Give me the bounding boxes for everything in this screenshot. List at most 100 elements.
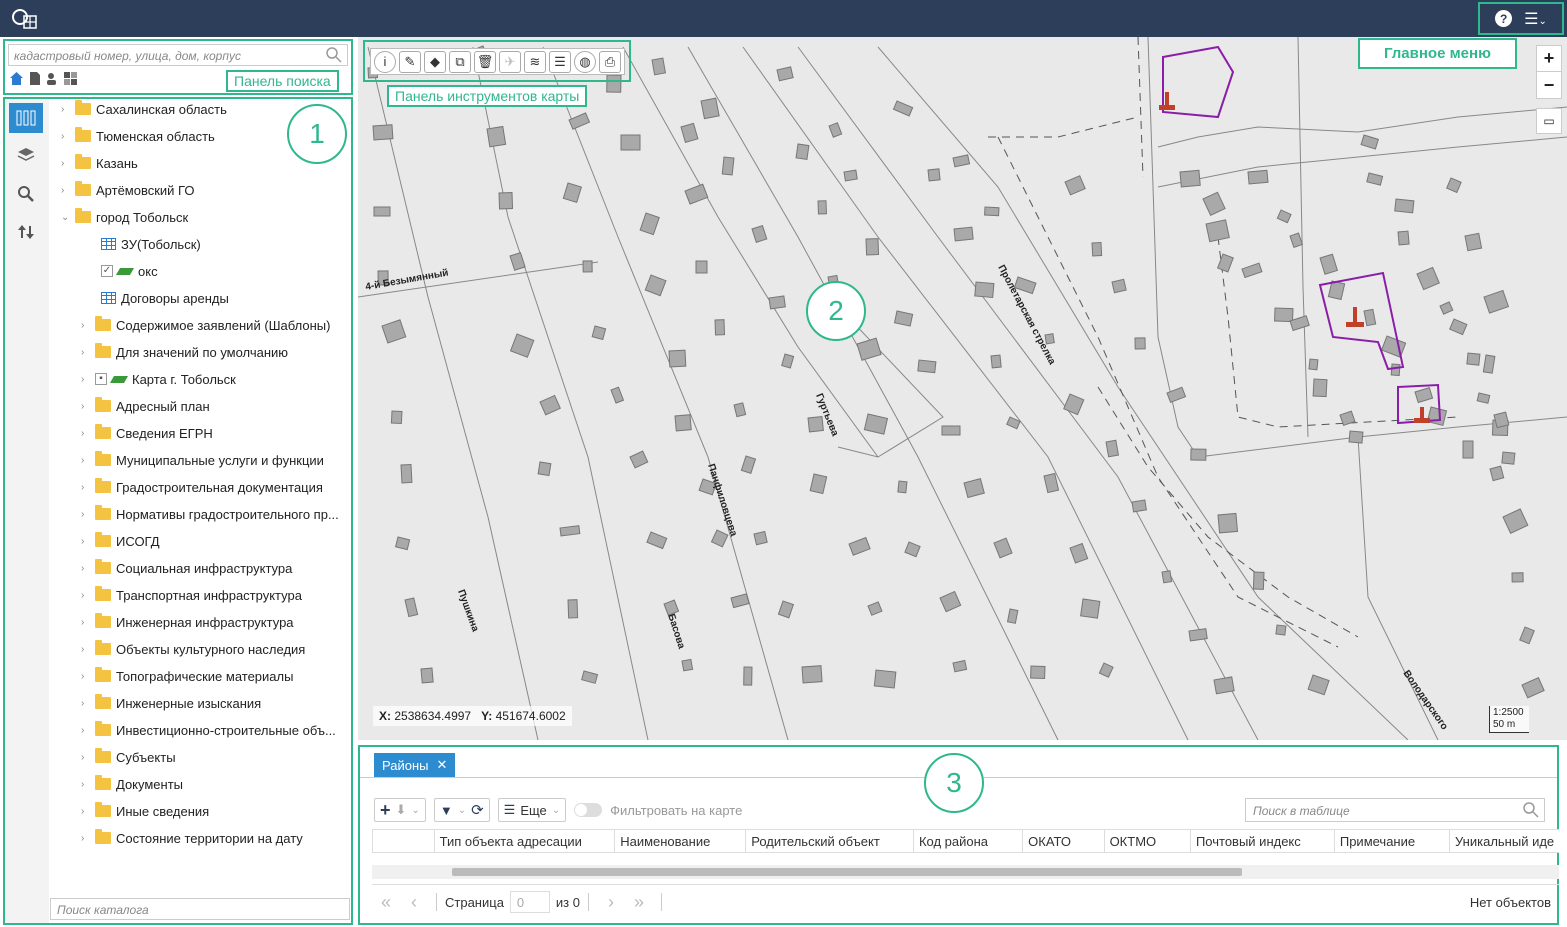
chevron-right-icon[interactable]: › (81, 725, 95, 736)
map-canvas[interactable]: 4-й Безымянный Пролетарская стрелка Гурт… (358, 37, 1567, 740)
tree-item[interactable]: Договоры аренды (81, 288, 229, 308)
column-header[interactable]: ОКТМО (1103, 830, 1190, 852)
close-icon[interactable]: ✕ (436, 757, 447, 773)
layers-toolbar-icon[interactable]: ≋ (524, 50, 546, 73)
chevron-right-icon[interactable]: › (61, 131, 75, 142)
chevron-right-icon[interactable]: › (81, 563, 95, 574)
tree-item[interactable]: › Объекты культурного наследия (81, 639, 305, 659)
edit-icon[interactable]: ✎ (399, 50, 421, 73)
tree-item[interactable]: › Артёмовский ГО (61, 180, 194, 200)
page-number-input[interactable]: 0 (509, 891, 550, 913)
select-object-icon[interactable]: ◆ (424, 50, 446, 73)
open-external-icon[interactable]: ⧉ (449, 50, 471, 73)
chevron-right-icon[interactable]: › (81, 671, 95, 682)
tree-item[interactable]: › Инженерные изыскания (81, 693, 261, 713)
chevron-right-icon[interactable]: › (81, 617, 95, 628)
tree-item[interactable]: › Казань (61, 153, 138, 173)
chevron-right-icon[interactable]: › (81, 347, 95, 358)
tree-item[interactable]: ✓ окс (81, 261, 158, 281)
column-header[interactable]: Код района (912, 830, 1022, 852)
help-icon[interactable]: ? (1495, 10, 1513, 27)
layer-checkbox[interactable]: ▪ (95, 373, 107, 385)
prev-page-icon[interactable]: ‹ (400, 892, 428, 913)
column-header[interactable]: Наименование (614, 830, 745, 852)
first-page-icon[interactable]: « (372, 892, 400, 913)
info-icon[interactable]: i (374, 50, 396, 73)
next-page-icon[interactable]: › (597, 892, 625, 913)
measure-icon[interactable]: ✈ (499, 50, 521, 73)
tree-item[interactable]: › Тюменская область (61, 126, 215, 146)
layers-tab[interactable] (9, 139, 43, 169)
catalog-tab[interactable] (9, 103, 43, 133)
map-view[interactable]: 4-й Безымянный Пролетарская стрелка Гурт… (358, 37, 1567, 740)
last-page-icon[interactable]: » (625, 892, 653, 913)
tree-item[interactable]: › Транспортная инфраструктура (81, 585, 302, 605)
chevron-right-icon[interactable]: › (81, 644, 95, 655)
sort-tab[interactable] (9, 217, 43, 247)
print-icon[interactable]: ⎙ (599, 50, 621, 73)
more-button[interactable]: ☰ Еще ⌄ (497, 798, 567, 822)
chevron-right-icon[interactable]: › (61, 104, 75, 115)
chevron-right-icon[interactable]: › (61, 158, 75, 169)
globe-icon[interactable]: ◍ (574, 50, 596, 73)
chevron-right-icon[interactable]: › (81, 779, 95, 790)
add-button[interactable]: + ⬇ ⌄ (374, 798, 426, 822)
zoom-out-button[interactable]: − (1537, 72, 1561, 98)
table-search-input[interactable]: Поиск в таблице (1245, 798, 1545, 822)
zoom-in-button[interactable]: + (1537, 46, 1561, 72)
tree-item[interactable]: ЗУ(Тобольск) (81, 234, 201, 254)
chevron-right-icon[interactable]: › (81, 374, 95, 385)
search-icon[interactable] (325, 46, 343, 64)
tree-item[interactable]: › ИСОГД (81, 531, 160, 551)
search-icon[interactable] (1522, 801, 1540, 819)
search-tab[interactable] (9, 179, 43, 209)
tree-item[interactable]: › Для значений по умолчанию (81, 342, 288, 362)
chevron-right-icon[interactable]: › (81, 455, 95, 466)
chevron-right-icon[interactable]: › (81, 428, 95, 439)
column-header[interactable]: Примечание (1333, 830, 1449, 852)
tree-item[interactable]: › Документы (81, 774, 183, 794)
chevron-down-icon[interactable]: ⌄ (61, 212, 75, 223)
chevron-right-icon[interactable]: › (81, 320, 95, 331)
chevron-right-icon[interactable]: › (61, 185, 75, 196)
tree-item[interactable]: › Нормативы градостроительного пр... (81, 504, 339, 524)
chevron-right-icon[interactable]: › (81, 482, 95, 493)
tree-item[interactable]: › Иные сведения (81, 801, 209, 821)
chevron-right-icon[interactable]: › (81, 806, 95, 817)
chevron-right-icon[interactable]: › (81, 590, 95, 601)
column-header[interactable]: ОКАТО (1022, 830, 1103, 852)
home-icon[interactable] (9, 71, 24, 86)
chevron-right-icon[interactable]: › (81, 509, 95, 520)
tree-item[interactable]: ⌄ город Тобольск (61, 207, 188, 227)
column-header[interactable]: Родительский объект (745, 830, 913, 852)
chevron-right-icon[interactable]: › (81, 536, 95, 547)
tab-raiony[interactable]: Районы ✕ (374, 753, 456, 777)
tree-item[interactable]: › Субъекты (81, 747, 176, 767)
tree-item[interactable]: › Инвестиционно-строительные объ... (81, 720, 336, 740)
trash-icon[interactable]: 🗑 (474, 50, 496, 73)
filter-on-map-toggle[interactable] (574, 803, 603, 817)
tree-item[interactable]: › Градостроительная документация (81, 477, 323, 497)
column-header[interactable]: Почтовый индекс (1189, 830, 1334, 852)
list-icon[interactable]: ☰ (549, 50, 571, 73)
tree-item[interactable]: › Сахалинская область (61, 99, 227, 119)
tree-item[interactable]: › Муниципальные услуги и функции (81, 450, 324, 470)
layer-checkbox[interactable]: ✓ (101, 265, 113, 277)
ruler-button[interactable]: ▭ (1536, 108, 1562, 134)
users-icon[interactable] (45, 71, 60, 86)
chevron-right-icon[interactable]: › (81, 833, 95, 844)
tree-item[interactable]: › ▪ Карта г. Тобольск (81, 369, 236, 389)
tree-item[interactable]: › Содержимое заявлений (Шаблоны) (81, 315, 330, 335)
tree-item[interactable]: › Социальная инфраструктура (81, 558, 292, 578)
tree-item[interactable]: › Топографические материалы (81, 666, 293, 686)
chevron-right-icon[interactable]: › (81, 752, 95, 763)
document-icon[interactable] (27, 71, 42, 86)
chevron-right-icon[interactable]: › (81, 401, 95, 412)
search-input[interactable]: кадастровый номер, улица, дом, корпус (8, 44, 348, 66)
tree-item[interactable]: › Сведения ЕГРН (81, 423, 213, 443)
tree-item[interactable]: › Адресный план (81, 396, 210, 416)
tree-item[interactable]: › Инженерная инфраструктура (81, 612, 294, 632)
catalog-search-input[interactable]: Поиск каталога (50, 898, 350, 920)
app-logo[interactable] (10, 7, 40, 31)
horizontal-scrollbar[interactable] (372, 865, 1559, 879)
